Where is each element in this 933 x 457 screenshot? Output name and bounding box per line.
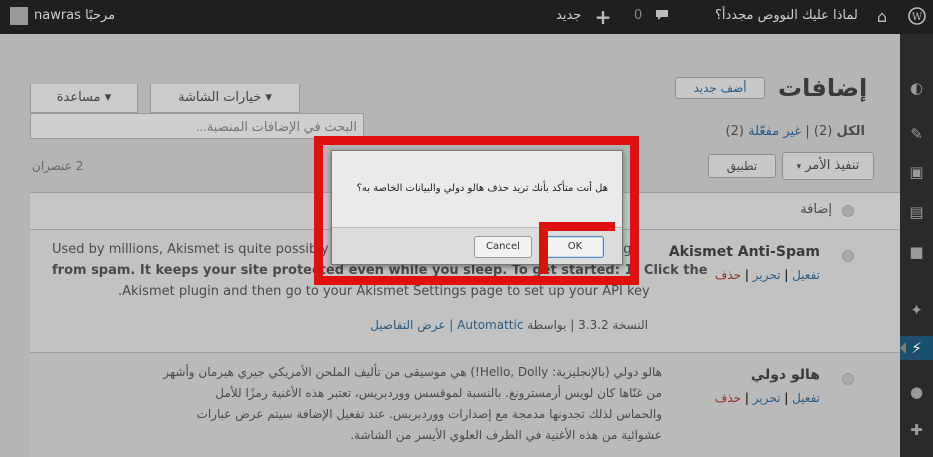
select-all-checkbox[interactable] [842, 205, 854, 217]
appearance-icon[interactable]: ✦ [900, 298, 933, 322]
plugin-description-line: من غنّاها كان لويس أرمسترونغ. بالنسبة لم… [215, 386, 662, 400]
plugin-description-line: عشوائية من هذه الأغنية في الطرف العلوي ا… [350, 428, 662, 442]
plugin-description-line: .Akismet plugin and then go to your Akis… [118, 284, 650, 299]
plugin-details-link[interactable]: | عرض التفاصيل [370, 318, 453, 332]
screen-options-tab[interactable]: خيارات الشاشة ▾ [150, 84, 300, 113]
filter-inactive-link[interactable]: غير مفعّلة [748, 124, 801, 139]
comments-icon[interactable]: ■ [900, 240, 933, 264]
comment-icon[interactable] [652, 7, 672, 27]
filter-inactive-count: (2) [725, 124, 744, 139]
new-content-link[interactable]: جديد [556, 8, 581, 23]
wordpress-icon[interactable]: W [907, 7, 927, 27]
plugin-name: Akismet Anti-Spam [668, 244, 820, 260]
comments-count[interactable]: 0 [634, 8, 642, 23]
plugin-name: هالو دولي [750, 367, 820, 383]
plus-icon[interactable]: + [593, 7, 613, 27]
avatar-icon[interactable] [10, 7, 28, 25]
bulk-actions-select[interactable]: تنفيذ الأمر ▾ [782, 152, 874, 180]
add-new-button[interactable]: أضف جديد [675, 77, 765, 99]
pages-icon[interactable]: ▤ [900, 200, 933, 224]
svg-text:W: W [912, 12, 923, 23]
plugin-actions: تفعيل | تحرير | حذف [714, 268, 820, 282]
tools-icon[interactable]: ✚ [900, 418, 933, 442]
home-icon[interactable]: ⌂ [872, 7, 892, 27]
row-checkbox[interactable] [842, 373, 854, 385]
filter-all-link[interactable]: الكل [836, 124, 865, 139]
help-tab[interactable]: مساعدة ▾ [30, 84, 138, 113]
column-plugin-header[interactable]: إضافة [800, 202, 832, 217]
apply-button[interactable]: تطبيق [708, 154, 776, 178]
plugin-version: النسخة 3.3.2 [578, 318, 648, 332]
plugins-icon[interactable]: ⚡ [900, 336, 933, 360]
users-icon[interactable]: ● [900, 380, 933, 404]
items-count: 2 عنصران [32, 159, 84, 173]
plugin-author-link[interactable]: Automattic [457, 318, 523, 332]
filter-all-count: (2) [813, 124, 833, 139]
media-icon[interactable]: ▣ [900, 160, 933, 184]
posts-icon[interactable]: ✎ [900, 122, 933, 146]
chevron-down-icon: ▾ [796, 162, 802, 172]
admin-bar: W ⌂ لماذا عليك النووص مجددأ؟ 0 + جديد na… [0, 0, 933, 34]
table-row: هالو دولي تفعيل | تحرير | حذف هالو دولي … [30, 352, 900, 457]
delete-link[interactable]: حذف [715, 391, 741, 405]
activate-link[interactable]: تفعيل [792, 268, 820, 282]
screenshot-frame: W ⌂ لماذا عليك النووص مجددأ؟ 0 + جديد na… [0, 0, 933, 457]
plugin-actions: تفعيل | تحرير | حذف [714, 391, 820, 405]
plugin-description-line: هالو دولي (بالإنجليزية: Hello, Dolly!) ه… [163, 365, 662, 379]
filter-separator: | [805, 124, 810, 139]
edit-link[interactable]: تحرير [753, 268, 781, 282]
highlight-box [314, 136, 639, 285]
edit-link[interactable]: تحرير [753, 391, 781, 405]
delete-link[interactable]: حذف [715, 268, 741, 282]
plugin-description-line: والحماس لذلك تجدونها مدمجة مع إصدارات وو… [196, 407, 662, 421]
site-title-link[interactable]: لماذا عليك النووص مجددأ؟ [715, 8, 858, 23]
activate-link[interactable]: تفعيل [792, 391, 820, 405]
user-greeting[interactable]: nawras مرحبًا [34, 8, 115, 23]
plugin-by: | بواسطة [527, 318, 575, 332]
admin-sidebar: ◐ ✎ ▣ ▤ ■ ✦ ⚡ ● ✚ [900, 34, 933, 457]
bulk-actions-label: تنفيذ الأمر [805, 158, 860, 173]
page-title: إضافات [778, 74, 868, 102]
filter-links: الكل (2) | غير مفعّلة (2) [726, 124, 865, 139]
highlight-marker [539, 222, 615, 231]
dashboard-icon[interactable]: ◐ [900, 76, 933, 100]
plugin-meta: النسخة 3.3.2 | بواسطة Automattic | عرض ا… [370, 318, 648, 332]
row-checkbox[interactable] [842, 250, 854, 262]
